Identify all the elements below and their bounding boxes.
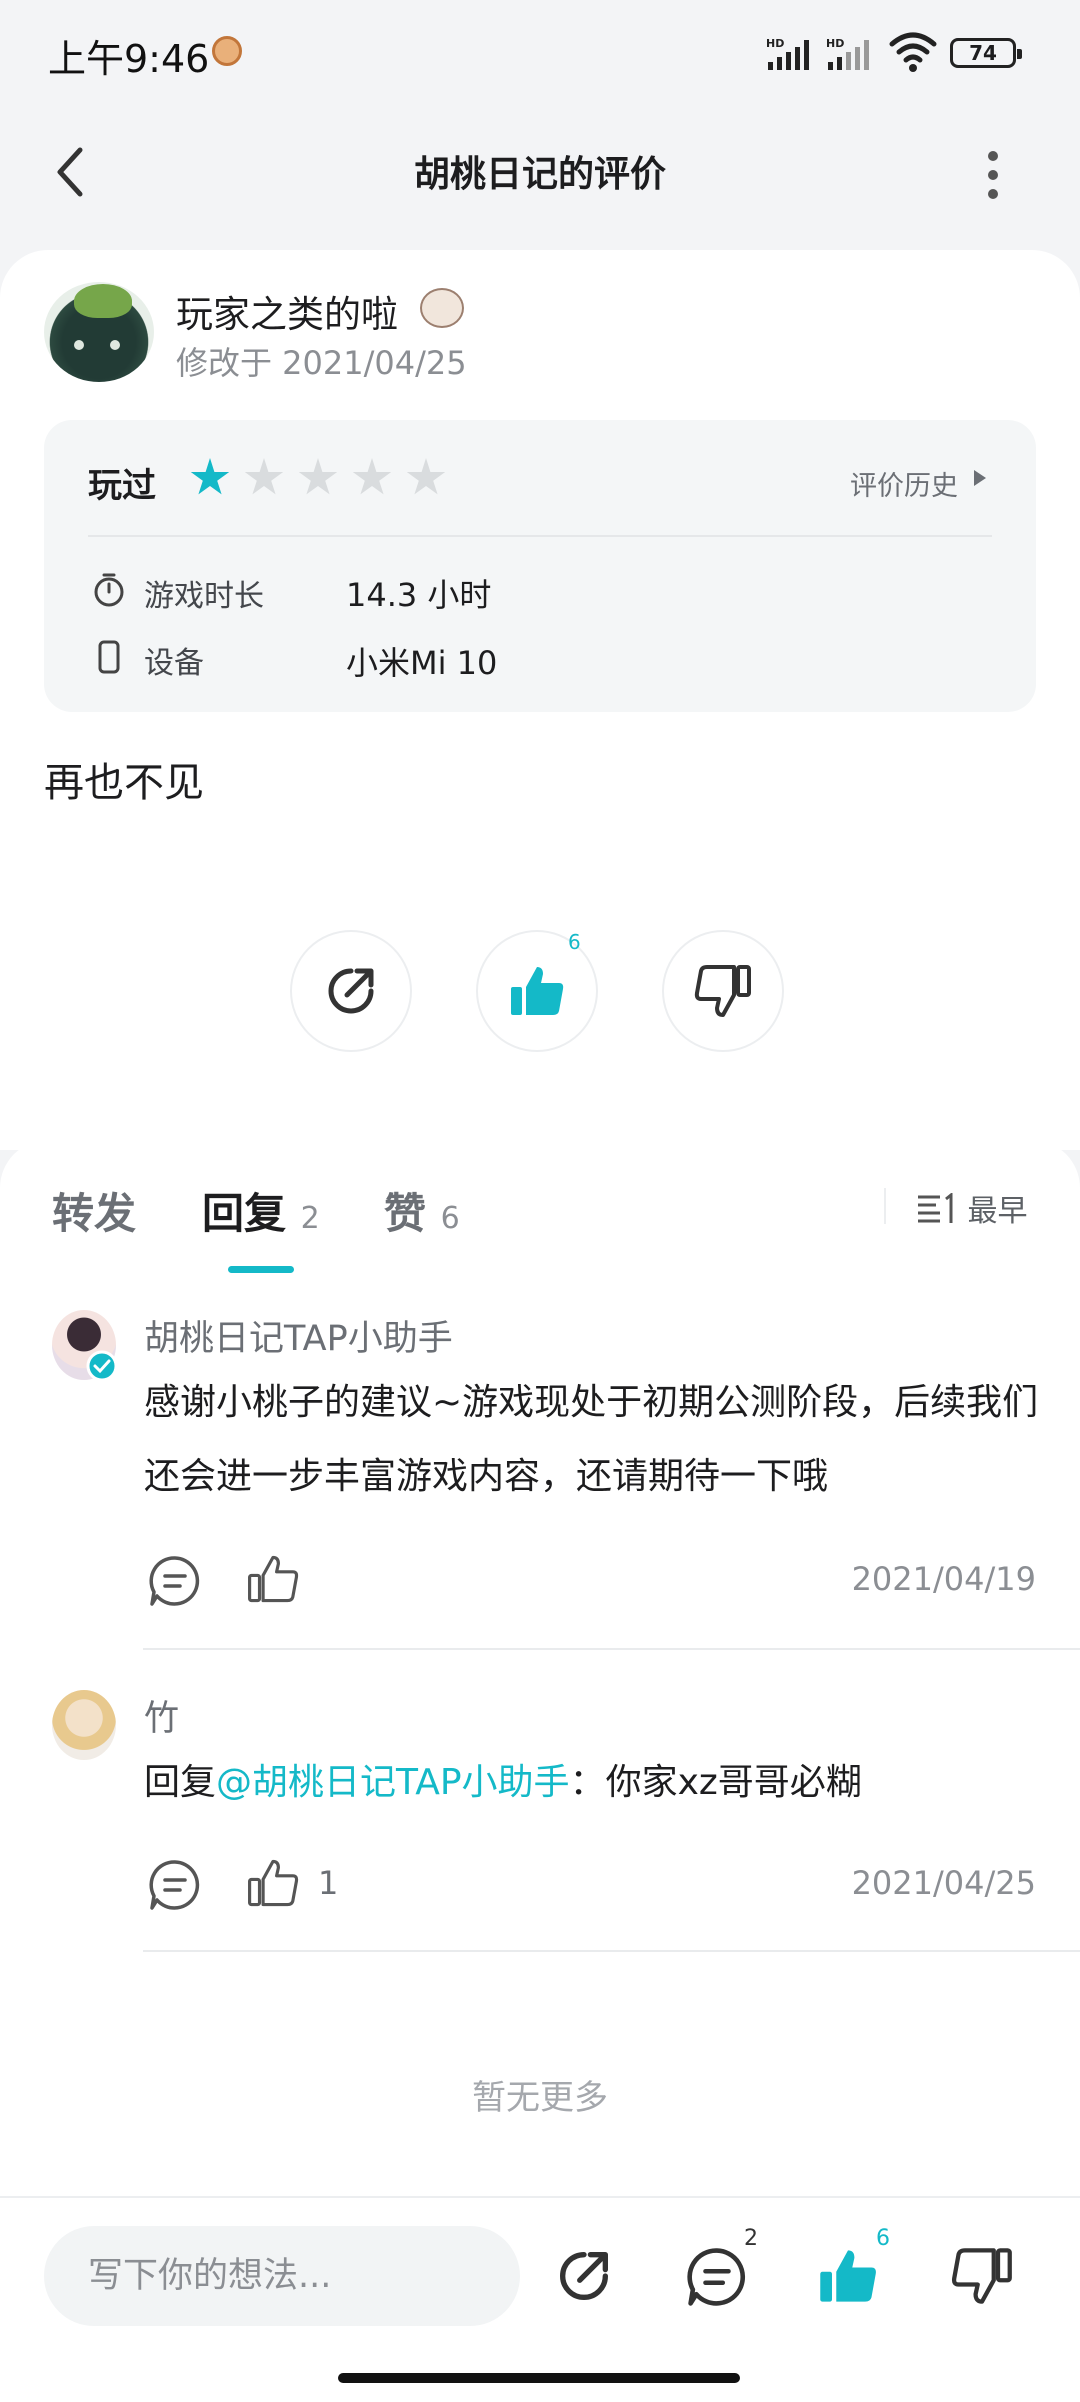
comment-date: 2021/04/19 bbox=[851, 1560, 1036, 1598]
thumbs-down-icon bbox=[694, 965, 751, 1017]
played-label: 玩过 bbox=[88, 466, 156, 506]
star-icon bbox=[406, 458, 446, 495]
phone-icon bbox=[98, 640, 120, 674]
reply-button[interactable] bbox=[148, 1858, 202, 1912]
comment-date: 2021/04/25 bbox=[851, 1864, 1036, 1902]
comment-like-count: 1 bbox=[318, 1864, 339, 1902]
tab-label: 转发 bbox=[52, 1189, 137, 1238]
battery-icon: 74 bbox=[950, 38, 1022, 68]
timer-icon bbox=[94, 573, 124, 607]
star-icon bbox=[298, 458, 338, 495]
tab-count: 2 bbox=[300, 1201, 320, 1236]
comment-icon[interactable] bbox=[686, 2246, 748, 2308]
share-button[interactable] bbox=[290, 930, 412, 1052]
comment-like-button[interactable] bbox=[246, 1856, 300, 1910]
tab-label: 回复 bbox=[202, 1189, 287, 1238]
commenter-name[interactable]: 胡桃日记TAP小助手 bbox=[144, 1310, 453, 1361]
star-icon bbox=[190, 458, 230, 495]
notification-icon bbox=[212, 36, 242, 66]
star-rating bbox=[190, 458, 446, 508]
mention-link[interactable]: @胡桃日记TAP小助手 bbox=[216, 1762, 570, 1803]
share-icon[interactable] bbox=[552, 2244, 616, 2308]
device-value: 小米Mi 10 bbox=[346, 644, 498, 682]
thumbs-up-icon bbox=[511, 967, 564, 1015]
sort-label: 最早 bbox=[967, 1194, 1028, 1229]
badge-sticker-icon bbox=[420, 288, 464, 328]
reviewer-name[interactable]: 玩家之类的啦 bbox=[176, 284, 398, 338]
sort-icon bbox=[918, 1191, 953, 1223]
comment-input[interactable]: 写下你的想法... bbox=[44, 2226, 520, 2326]
active-tab-indicator bbox=[228, 1266, 294, 1273]
tab-label: 赞 bbox=[384, 1189, 427, 1238]
avatar[interactable] bbox=[52, 1690, 116, 1760]
star-icon bbox=[352, 458, 392, 495]
tab-likes[interactable]: 赞 6 bbox=[384, 1180, 460, 1241]
divider bbox=[88, 535, 992, 537]
signal-icon-2: HD bbox=[826, 37, 869, 70]
like-count-badge: 6 bbox=[876, 2226, 890, 2251]
wifi-icon bbox=[889, 32, 937, 72]
home-indicator[interactable] bbox=[338, 2373, 740, 2383]
tab-repost[interactable]: 转发 bbox=[52, 1180, 136, 1241]
commenter-name[interactable]: 竹 bbox=[144, 1690, 179, 1741]
device-label: 设备 bbox=[144, 646, 204, 681]
page-title: 胡桃日记的评价 bbox=[413, 154, 666, 195]
comments-panel bbox=[0, 1140, 1080, 2200]
divider bbox=[143, 1648, 1080, 1650]
list-item: 胡桃日记TAP小助手 感谢小桃子的建议~游戏现处于初期公测阶段，后续我们还会进一… bbox=[0, 1300, 1080, 1640]
tab-replies[interactable]: 回复 2 bbox=[202, 1180, 320, 1241]
svg-text:HD: HD bbox=[766, 37, 784, 50]
svg-text:HD: HD bbox=[826, 37, 844, 50]
share-icon bbox=[328, 968, 374, 1014]
divider bbox=[884, 1188, 886, 1224]
playtime-label: 游戏时长 bbox=[144, 579, 264, 614]
thumbs-down-icon[interactable] bbox=[950, 2244, 1014, 2308]
reply-body: ：你家xz哥哥必糊 bbox=[569, 1762, 862, 1803]
comment-text: 回复@胡桃日记TAP小助手：你家xz哥哥必糊 bbox=[144, 1746, 1044, 1820]
thumbs-up-icon[interactable] bbox=[816, 2244, 880, 2308]
no-more-text: 暂无更多 bbox=[472, 2078, 608, 2118]
avatar[interactable] bbox=[44, 282, 154, 382]
comment-text: 感谢小桃子的建议~游戏现处于初期公测阶段，后续我们还会进一步丰富游戏内容，还请期… bbox=[144, 1382, 1039, 1497]
divider bbox=[143, 1950, 1080, 1952]
star-icon bbox=[244, 458, 284, 495]
play-triangle-icon[interactable] bbox=[974, 470, 986, 486]
rating-history-link[interactable]: 评价历史 bbox=[850, 464, 958, 503]
status-bar: 上午9:46 HD HD 74 bbox=[0, 0, 1080, 110]
status-time: 上午9:46 bbox=[48, 37, 210, 81]
tab-count: 6 bbox=[440, 1201, 460, 1236]
playtime-value: 14.3 小时 bbox=[346, 576, 492, 614]
verified-icon bbox=[86, 1350, 118, 1382]
review-content: 再也不见 bbox=[44, 760, 204, 806]
reply-prefix: 回复 bbox=[144, 1762, 217, 1803]
signal-icon: HD bbox=[766, 37, 809, 70]
like-count: 6 bbox=[568, 930, 581, 954]
modified-date: 修改于 2021/04/25 bbox=[176, 344, 467, 382]
list-item: 竹 回复@胡桃日记TAP小助手：你家xz哥哥必糊 1 2021/04/25 bbox=[0, 1680, 1080, 1950]
dislike-button[interactable] bbox=[662, 930, 784, 1052]
more-options-icon[interactable] bbox=[985, 150, 1001, 200]
reply-button[interactable] bbox=[148, 1554, 202, 1608]
sort-button[interactable]: 最早 bbox=[916, 1186, 1028, 1230]
comment-count-badge: 2 bbox=[744, 2226, 758, 2251]
comment-like-button[interactable] bbox=[246, 1552, 300, 1606]
